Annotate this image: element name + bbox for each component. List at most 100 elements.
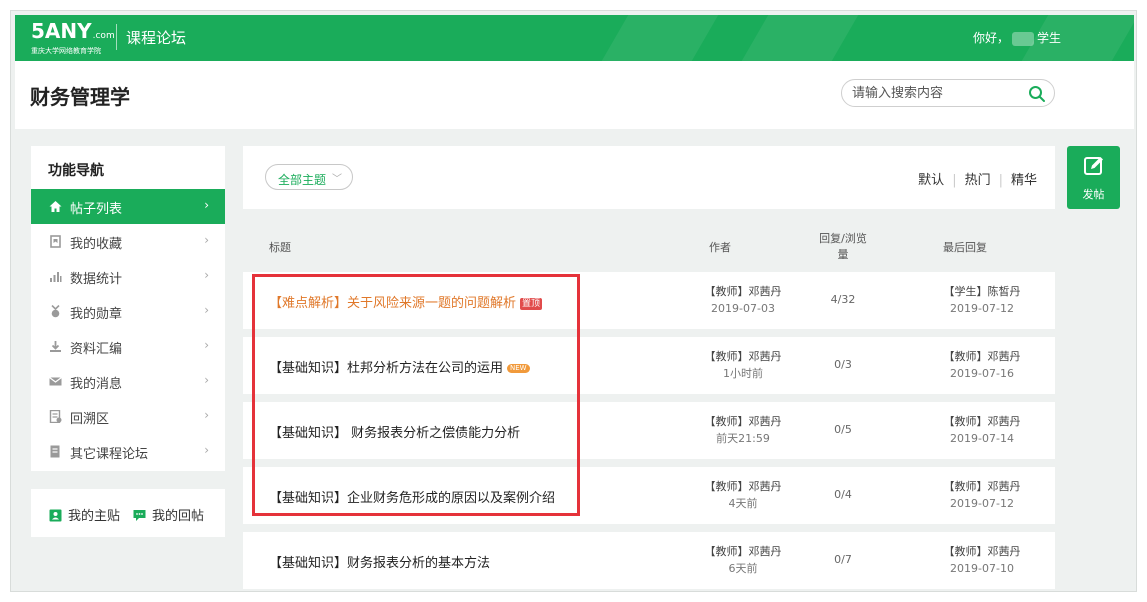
last-reply-time: 2019-07-12	[950, 497, 1014, 510]
sort-featured[interactable]: 精华	[1011, 173, 1037, 188]
logo-text: 5ANY	[31, 19, 92, 43]
column-replies-line2: 量	[837, 248, 849, 261]
author-time: 4天前	[728, 497, 758, 510]
chevron-right-icon: ›	[204, 373, 209, 387]
author-time: 2019-07-03	[711, 302, 775, 315]
reply-view-count: 0/5	[834, 423, 852, 436]
post-title-link[interactable]: 【基础知识】企业财务危形成的原因以及案例介绍	[269, 487, 555, 506]
author-time: 1小时前	[723, 367, 763, 380]
logo[interactable]: 5ANY.com 重庆大学网络教育学院	[31, 21, 123, 55]
sidebar-item-label: 我的消息	[70, 377, 123, 392]
page-title: 财务管理学	[30, 85, 130, 109]
post-title: 【基础知识】财务报表分析的基本方法	[269, 556, 491, 571]
pinned-badge: 置顶	[520, 298, 543, 310]
post-author: 【教师】邓茜丹 4天前	[683, 478, 803, 512]
last-reply: 【学生】陈皙丹 2019-07-12	[927, 283, 1037, 317]
sidebar-item-label: 数据统计	[70, 272, 123, 287]
post-author: 【教师】邓茜丹 1小时前	[683, 348, 803, 382]
forum-title[interactable]: 课程论坛	[126, 27, 186, 48]
sort-default[interactable]: 默认	[918, 173, 944, 188]
chevron-right-icon: ›	[204, 233, 209, 247]
sidebar-item-medals[interactable]: 我的勋章 ›	[31, 294, 225, 329]
column-title: 标题	[269, 241, 291, 254]
sort-hot[interactable]: 热门	[965, 173, 991, 188]
sidebar-nav: 功能导航 帖子列表 › 我的收藏 › 数据统计 › 我的勋章 › 资料汇编 ›	[31, 146, 225, 471]
sidebar-item-statistics[interactable]: 数据统计 ›	[31, 259, 225, 294]
user-greeting[interactable]: 你好， 学生	[973, 29, 1061, 46]
post-author: 【教师】邓茜丹 前天21:59	[683, 413, 803, 447]
chevron-right-icon: ›	[204, 338, 209, 352]
last-reply-time: 2019-07-14	[950, 432, 1014, 445]
sidebar-item-post-list[interactable]: 帖子列表 ›	[31, 189, 225, 224]
post-title: 【基础知识】杜邦分析方法在公司的运用	[269, 361, 504, 376]
sidebar-item-favorites[interactable]: 我的收藏 ›	[31, 224, 225, 259]
user-post-icon	[49, 509, 62, 522]
bar-chart-icon	[50, 272, 62, 282]
post-author: 【教师】邓茜丹 6天前	[683, 543, 803, 577]
sidebar-item-materials[interactable]: 资料汇编 ›	[31, 329, 225, 364]
reply-view-count: 0/4	[834, 488, 852, 501]
my-topics-link[interactable]: 我的主贴	[49, 505, 120, 524]
author-time: 前天21:59	[716, 432, 770, 445]
top-bar: 5ANY.com 重庆大学网络教育学院 课程论坛 你好， 学生	[15, 15, 1136, 61]
post-title-link[interactable]: 【基础知识】杜邦分析方法在公司的运用 NEW	[269, 357, 530, 376]
my-replies-link[interactable]: 我的回帖	[133, 505, 204, 524]
new-badge: NEW	[507, 364, 530, 373]
sort-options: 默认 | 热门 | 精华	[918, 169, 1037, 188]
author-name: 【教师】邓茜丹	[704, 350, 782, 363]
last-reply: 【教师】邓茜丹 2019-07-16	[927, 348, 1037, 382]
author-name: 【教师】邓茜丹	[704, 415, 782, 428]
table-row[interactable]: 【基础知识】 财务报表分析之偿债能力分析 【教师】邓茜丹 前天21:59 0/5 …	[243, 402, 1055, 459]
table-row[interactable]: 【基础知识】杜邦分析方法在公司的运用 NEW 【教师】邓茜丹 1小时前 0/3 【教…	[243, 337, 1055, 394]
course-header: 财务管理学	[15, 61, 1134, 129]
logo-com: .com	[92, 31, 115, 41]
edit-icon	[1084, 157, 1103, 175]
sidebar-title: 功能导航	[48, 163, 104, 179]
post-author: 【教师】邓茜丹 2019-07-03	[683, 283, 803, 317]
sidebar-item-label: 我的勋章	[70, 307, 123, 322]
home-icon	[49, 201, 62, 212]
table-row[interactable]: 【基础知识】企业财务危形成的原因以及案例介绍 【教师】邓茜丹 4天前 0/4 【教…	[243, 467, 1055, 524]
post-title: 【基础知识】企业财务危形成的原因以及案例介绍	[269, 491, 556, 506]
bookmark-icon	[50, 235, 61, 248]
sidebar-item-label: 其它课程论坛	[70, 447, 149, 462]
sidebar-item-messages[interactable]: 我的消息 ›	[31, 364, 225, 399]
topic-filter-select[interactable]: 全部主题 ﹀	[265, 164, 353, 190]
last-reply-time: 2019-07-12	[950, 302, 1014, 315]
last-reply-user: 【教师】邓茜丹	[943, 350, 1021, 363]
chevron-right-icon: ›	[204, 268, 209, 282]
sidebar-item-label: 帖子列表	[70, 202, 123, 217]
column-author: 作者	[709, 241, 731, 254]
greeting-role: 学生	[1037, 31, 1062, 45]
divider	[116, 24, 117, 50]
download-icon	[50, 341, 61, 352]
sidebar-item-archive[interactable]: 回溯区 ›	[31, 399, 225, 434]
app-frame: 5ANY.com 重庆大学网络教育学院 课程论坛 你好， 学生 财务管理学 功能导…	[10, 10, 1137, 592]
author-name: 【教师】邓茜丹	[704, 480, 782, 493]
table-row[interactable]: 【难点解析】关于风险来源一题的问题解析 置顶 【教师】邓茜丹 2019-07-03 …	[243, 272, 1055, 329]
chevron-down-icon: ﹀	[332, 174, 342, 185]
last-reply: 【教师】邓茜丹 2019-07-14	[927, 413, 1037, 447]
last-reply: 【教师】邓茜丹 2019-07-10	[927, 543, 1037, 577]
new-post-label: 发帖	[1082, 188, 1105, 201]
new-post-button[interactable]: 发帖	[1067, 146, 1120, 209]
sidebar-item-other-forums[interactable]: 其它课程论坛 ›	[31, 434, 225, 469]
post-title: 【难点解析】关于风险来源一题的问题解析	[269, 296, 517, 311]
search-icon[interactable]	[1028, 85, 1046, 103]
last-reply-time: 2019-07-10	[950, 562, 1014, 575]
author-time: 6天前	[728, 562, 758, 575]
sort-separator: |	[998, 173, 1003, 188]
table-row[interactable]: 【基础知识】财务报表分析的基本方法 【教师】邓茜丹 6天前 0/7 【教师】邓茜丹…	[243, 532, 1055, 589]
reply-view-count: 0/3	[834, 358, 852, 371]
search-input[interactable]	[852, 84, 1022, 102]
column-replies-views: 回复/浏览量	[815, 230, 871, 262]
filter-bar: 全部主题 ﹀ 默认 | 热门 | 精华	[243, 146, 1055, 209]
search-box	[841, 79, 1055, 107]
my-posts-panel: 我的主贴 我的回帖	[31, 489, 225, 537]
post-title-link[interactable]: 【难点解析】关于风险来源一题的问题解析 置顶	[269, 292, 543, 311]
sidebar-item-label: 回溯区	[70, 412, 110, 427]
post-title-link[interactable]: 【基础知识】财务报表分析的基本方法	[269, 552, 490, 571]
last-reply: 【教师】邓茜丹 2019-07-12	[927, 478, 1037, 512]
post-title-link[interactable]: 【基础知识】 财务报表分析之偿债能力分析	[269, 422, 520, 441]
last-reply-user: 【教师】邓茜丹	[943, 480, 1021, 493]
